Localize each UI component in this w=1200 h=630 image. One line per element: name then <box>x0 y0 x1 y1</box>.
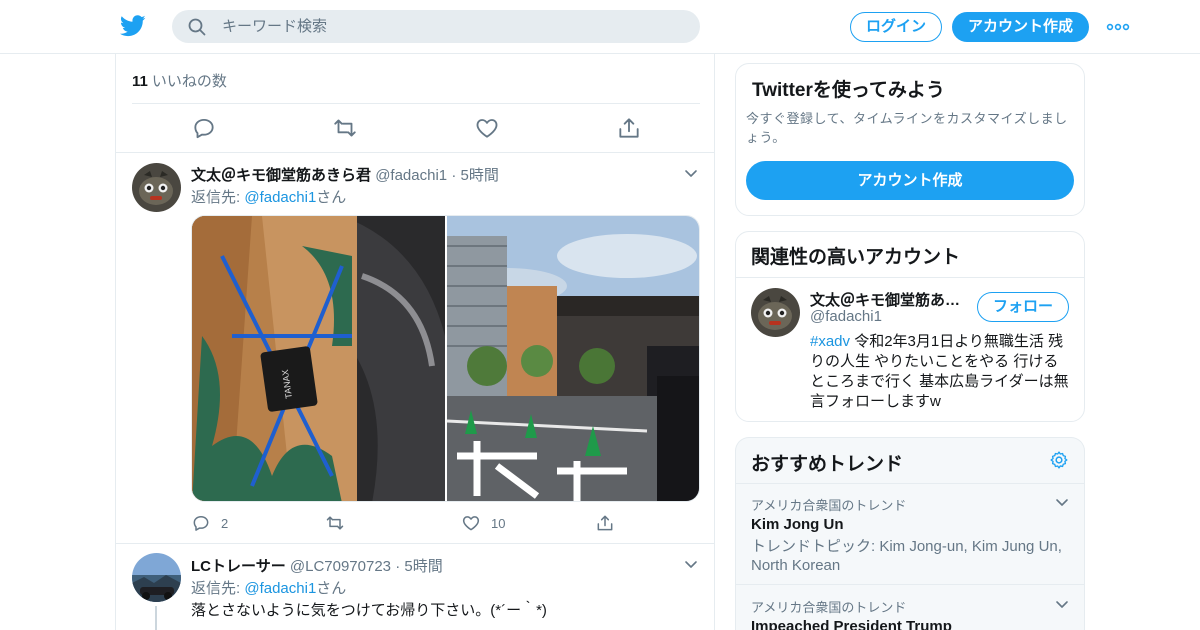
avatar[interactable] <box>751 288 800 337</box>
tweet-item[interactable]: 文太＠キモ御堂筋あきら君 @fadachi1 · 5時間 返信先: @fadac… <box>116 153 714 543</box>
reply-context: 返信先: @fadachi1さん <box>191 186 346 207</box>
timestamp[interactable]: 5時間 <box>460 167 498 184</box>
trend-related-topics: トレンドトピック: Kim Jong-un, Kim Jung Un, Nort… <box>751 538 1062 574</box>
chevron-down-icon[interactable] <box>683 556 699 572</box>
reply-suffix: さん <box>316 580 347 597</box>
like-button[interactable]: 10 <box>461 512 505 534</box>
retweet-icon[interactable] <box>332 114 358 142</box>
tweet-media[interactable]: TANAX <box>191 215 700 502</box>
like-heart-icon[interactable] <box>474 114 500 142</box>
likes-count: 11 <box>132 73 148 90</box>
trend-name[interactable]: Kim Jong Un <box>751 516 844 533</box>
signup-button[interactable]: アカウント作成 <box>952 12 1089 42</box>
share-button[interactable] <box>595 512 615 534</box>
retweet-button[interactable] <box>325 512 355 534</box>
tweet-header: 文太＠キモ御堂筋あきら君 @fadachi1 · 5時間 <box>191 164 499 185</box>
trend-context: アメリカ合衆国のトレンド <box>751 600 907 615</box>
share-icon[interactable] <box>616 114 642 142</box>
thread-line <box>155 606 157 630</box>
account-handle[interactable]: @fadachi1 <box>810 308 882 325</box>
mention-link[interactable]: @fadachi1 <box>244 580 316 597</box>
display-name[interactable]: LCトレーサー <box>191 558 286 575</box>
trend-context: アメリカ合衆国のトレンド <box>751 498 907 513</box>
card-title: Twitterを使ってみよう <box>752 80 945 101</box>
follow-button[interactable]: フォロー <box>977 292 1069 322</box>
likes-label: いいねの数 <box>151 73 227 90</box>
time-separator: · <box>395 558 401 575</box>
chevron-down-icon[interactable] <box>683 165 699 181</box>
user-handle[interactable]: @fadachi1 <box>375 167 447 184</box>
tweet-item[interactable]: LCトレーサー @LC70970723 · 5時間 返信先: @fadachi1… <box>116 544 714 630</box>
settings-gear-icon[interactable] <box>1049 450 1069 470</box>
reply-prefix: 返信先: <box>191 580 245 597</box>
like-heart-icon <box>462 516 480 531</box>
tweet-header: LCトレーサー @LC70970723 · 5時間 <box>191 555 443 576</box>
card-title: おすすめトレンド <box>751 454 904 475</box>
reply-prefix: 返信先: <box>191 189 245 206</box>
tweet-text: 落とさないように気をつけてお帰り下さい。(*´ー｀*) <box>191 602 547 619</box>
twitter-bird-logo-icon[interactable] <box>120 14 146 38</box>
avatar[interactable] <box>132 553 181 602</box>
reply-icon[interactable] <box>191 114 217 142</box>
related-accounts-card: 関連性の高いアカウント 文太＠キモ御堂筋あきら君 @fadachi1 フォロー … <box>735 231 1085 422</box>
search-icon <box>188 18 206 36</box>
time-separator: · <box>451 167 457 184</box>
hashtag-link[interactable]: #xadv <box>810 333 850 350</box>
reply-icon <box>193 516 209 531</box>
reply-context: 返信先: @fadachi1さん <box>191 577 346 598</box>
search-box[interactable] <box>172 10 700 43</box>
divider <box>736 277 1084 278</box>
avatar[interactable] <box>132 163 181 212</box>
mention-link[interactable]: @fadachi1 <box>244 189 316 206</box>
like-count: 10 <box>491 515 506 531</box>
tweet-timeline: 11 いいねの数 文太＠キモ御堂筋あきら君 @fadachi1 · 5時間 返信… <box>115 54 715 630</box>
account-bio: #xadv 令和2年3月1日より無職生活 残りの人生 やりたいことをやる 行ける… <box>810 332 1072 412</box>
chevron-down-icon[interactable] <box>1054 494 1070 510</box>
retweet-icon <box>326 516 344 530</box>
reply-count: 2 <box>221 515 229 531</box>
focused-tweet-actions <box>116 114 716 142</box>
timestamp[interactable]: 5時間 <box>404 558 442 575</box>
signup-promo-card: Twitterを使ってみよう 今すぐ登録して、タイムラインをカスタマイズしましょ… <box>735 63 1085 216</box>
divider <box>736 483 1084 484</box>
divider <box>132 103 700 104</box>
share-icon <box>597 515 613 531</box>
tweet-actions: 2 10 <box>191 512 711 534</box>
tweet-photo-mall[interactable] <box>447 216 700 502</box>
card-description: 今すぐ登録して、タイムラインをカスタマイズしましょう。 <box>746 111 1068 145</box>
trend-name[interactable]: Impeached President Trump <box>751 618 952 630</box>
top-navigation-bar: ログイン アカウント作成 <box>0 0 1200 54</box>
likes-stat[interactable]: 11 いいねの数 <box>132 70 227 91</box>
create-account-button[interactable]: アカウント作成 <box>746 161 1074 200</box>
chevron-down-icon[interactable] <box>1054 596 1070 612</box>
reply-button[interactable]: 2 <box>191 512 228 534</box>
card-title: 関連性の高いアカウント <box>751 247 961 268</box>
account-name[interactable]: 文太＠キモ御堂筋あきら君 <box>810 289 970 310</box>
reply-suffix: さん <box>316 189 347 206</box>
user-handle[interactable]: @LC70970723 <box>290 558 391 575</box>
trends-card: おすすめトレンド アメリカ合衆国のトレンド Kim Jong Un トレンドトピ… <box>735 437 1085 630</box>
display-name[interactable]: 文太＠キモ御堂筋あきら君 <box>191 167 371 184</box>
more-options-icon[interactable] <box>1106 18 1130 36</box>
tweet-photo-bag[interactable]: TANAX <box>192 216 445 502</box>
login-button[interactable]: ログイン <box>850 12 942 42</box>
search-input[interactable] <box>222 10 682 43</box>
divider <box>736 584 1084 585</box>
